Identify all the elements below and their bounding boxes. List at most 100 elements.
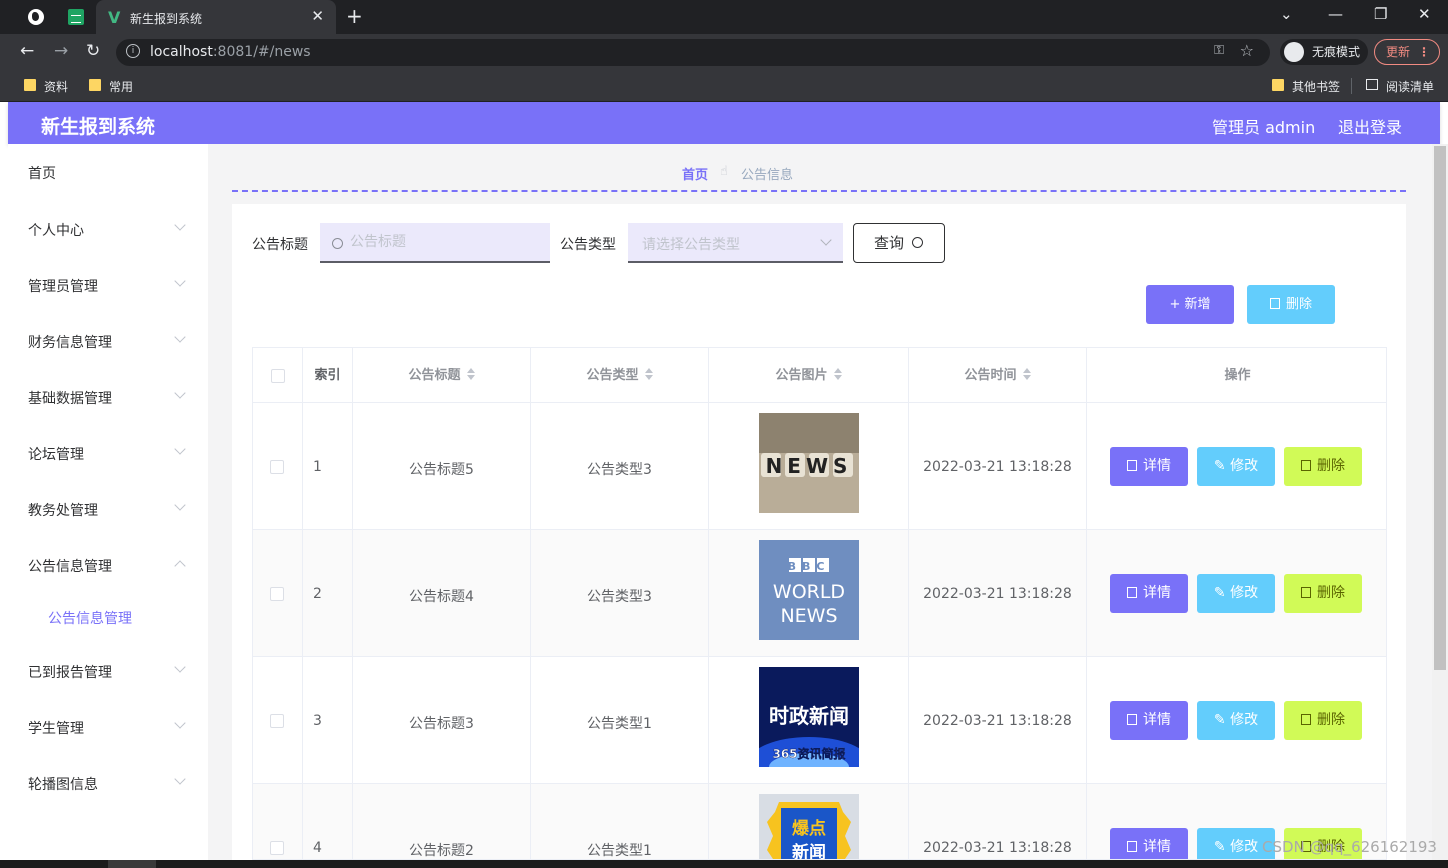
row-type: 公告类型3 <box>587 462 652 478</box>
sidebar-item-admins[interactable]: 管理员管理 <box>28 276 98 296</box>
edit-button[interactable]: ✎ 修改 <box>1197 574 1275 613</box>
site-info-icon[interactable]: i <box>126 44 140 58</box>
logout-link[interactable]: 退出登录 <box>1338 114 1402 138</box>
browser-tab-active[interactable]: V 新生报到系统 ✕ <box>96 0 336 34</box>
header-type[interactable]: 公告类型 <box>531 348 709 403</box>
sidebar-subitem-notices[interactable]: 公告信息管理 <box>48 608 132 628</box>
sidebar-item-home[interactable]: 首页 <box>28 163 56 183</box>
image-cell: BBC WORLD NEWS <box>709 530 909 657</box>
new-tab-icon[interactable]: + <box>346 4 363 28</box>
tab-close-icon[interactable]: ✕ <box>311 7 324 25</box>
back-icon[interactable]: ← <box>20 41 34 61</box>
other-bookmarks[interactable]: 其他书签 <box>1272 78 1340 95</box>
window-close-icon[interactable]: ✕ <box>1418 5 1431 23</box>
sidebar-item-notices[interactable]: 公告信息管理 <box>28 556 112 576</box>
detail-button[interactable]: 详情 <box>1110 701 1188 740</box>
bulk-delete-button[interactable]: 删除 <box>1247 285 1335 324</box>
detail-button[interactable]: 详情 <box>1110 574 1188 613</box>
scrollbar-thumb[interactable] <box>1434 146 1446 670</box>
header-title[interactable]: 公告标题 <box>353 348 531 403</box>
delete-button[interactable]: 删除 <box>1284 701 1362 740</box>
chevron-down-icon <box>174 661 186 673</box>
news-dice-image[interactable]: NEWS <box>759 413 859 513</box>
trash-icon <box>1301 460 1311 471</box>
sheets-icon[interactable] <box>68 9 84 25</box>
edit-button[interactable]: ✎ 修改 <box>1197 701 1275 740</box>
header-time[interactable]: 公告时间 <box>909 348 1087 403</box>
select-all-checkbox[interactable] <box>271 369 285 383</box>
time-cell: 2022-03-21 13:18:28 <box>909 530 1087 657</box>
sidebar-item-forum[interactable]: 论坛管理 <box>28 444 84 464</box>
breaking-news-image[interactable]: 爆点 新闻 <box>759 794 859 860</box>
image-cell: NEWS <box>709 403 909 530</box>
title-search-input[interactable] <box>320 223 550 263</box>
document-icon <box>1127 841 1137 852</box>
add-button[interactable]: + 新增 <box>1146 285 1234 324</box>
edit-button[interactable]: ✎ 修改 <box>1197 447 1275 486</box>
sidebar-item-students[interactable]: 学生管理 <box>28 718 84 738</box>
row-type: 公告类型1 <box>587 843 652 859</box>
sort-icon[interactable] <box>645 368 653 380</box>
edit-label: 修改 <box>1230 458 1259 474</box>
bookmark-star-icon[interactable]: ☆ <box>1240 41 1254 60</box>
sidebar-item-academic[interactable]: 教务处管理 <box>28 500 98 520</box>
pencil-icon: ✎ <box>1213 458 1231 474</box>
forward-icon[interactable]: → <box>54 41 68 61</box>
row-checkbox[interactable] <box>270 841 284 855</box>
sidebar-item-finance[interactable]: 财务信息管理 <box>28 332 112 352</box>
bookmark-folder-changyong[interactable]: 常用 <box>89 78 133 95</box>
bbc-news-text: NEWS <box>780 605 837 627</box>
bookmarks-bar: 资料 常用 其他书签 阅读清单 <box>0 70 1448 102</box>
url-path: :8081/#/news <box>212 44 311 60</box>
key-icon[interactable]: ⚿ <box>1214 43 1224 58</box>
sidebar-item-base-data[interactable]: 基础数据管理 <box>28 388 112 408</box>
political-news-title: 时政新闻 <box>769 704 849 728</box>
notices-table: 索引 公告标题 公告类型 公告图片 公告时间 操作 1 公告标题5 公告类型3 <box>252 347 1387 860</box>
reading-list-icon <box>1366 79 1378 90</box>
bookmark-folder-ziliao[interactable]: 资料 <box>24 78 68 95</box>
document-icon <box>1127 460 1137 471</box>
sidebar-item-arrivals[interactable]: 已到报告管理 <box>28 662 112 682</box>
tab-search-icon[interactable]: ⌄ <box>1280 5 1293 23</box>
pencil-icon: ✎ <box>1213 712 1231 728</box>
url-bar[interactable]: i localhost:8081/#/news ⚿ ☆ <box>116 39 1270 66</box>
minimize-icon[interactable]: — <box>1328 5 1343 23</box>
maximize-icon[interactable]: ❐ <box>1374 5 1387 23</box>
sidebar-item-profile[interactable]: 个人中心 <box>28 220 84 240</box>
row-index: 3 <box>313 713 322 729</box>
content-card: 公告标题 公告类型 请选择公告类型 查询 + 新增 删除 索引 公告标题 公告类… <box>232 204 1406 860</box>
menu-dots-icon: ⋮ <box>1418 45 1430 59</box>
reading-list[interactable]: 阅读清单 <box>1366 78 1434 95</box>
sort-icon[interactable] <box>1023 368 1031 380</box>
row-checkbox[interactable] <box>270 587 284 601</box>
political-news-image[interactable]: 时政新闻 365资讯简报 <box>759 667 859 767</box>
detail-button[interactable]: 详情 <box>1110 447 1188 486</box>
bookmark-label: 常用 <box>109 80 134 94</box>
query-button[interactable]: 查询 <box>853 223 945 263</box>
detail-button[interactable]: 详情 <box>1110 828 1188 859</box>
bbc-world-news-image[interactable]: BBC WORLD NEWS <box>759 540 859 640</box>
sidebar-item-carousel[interactable]: 轮播图信息 <box>28 774 98 794</box>
url-text[interactable]: localhost:8081/#/news <box>150 44 311 60</box>
taskbar-item[interactable] <box>108 860 156 868</box>
title-cell: 公告标题3 <box>353 657 531 784</box>
sort-icon[interactable] <box>467 368 475 380</box>
incognito-badge[interactable]: 无痕模式 <box>1280 39 1369 65</box>
delete-button[interactable]: 删除 <box>1284 574 1362 613</box>
chevron-down-icon <box>174 443 186 455</box>
time-cell: 2022-03-21 13:18:28 <box>909 657 1087 784</box>
image-cell: 爆点 新闻 <box>709 784 909 860</box>
header-actions: 操作 <box>1087 348 1386 403</box>
breadcrumb-home[interactable]: 首页 <box>682 164 708 183</box>
page-scrollbar[interactable] <box>1432 144 1448 868</box>
delete-button[interactable]: 删除 <box>1284 447 1362 486</box>
row-time: 2022-03-21 13:18:28 <box>923 840 1072 856</box>
reload-icon[interactable]: ↻ <box>86 41 100 61</box>
bookmark-label: 资料 <box>44 80 69 94</box>
update-button[interactable]: 更新 ⋮ <box>1374 39 1440 65</box>
row-checkbox[interactable] <box>270 460 284 474</box>
globe-icon[interactable] <box>28 9 44 25</box>
sort-icon[interactable] <box>834 368 842 380</box>
header-image[interactable]: 公告图片 <box>709 348 909 403</box>
row-checkbox[interactable] <box>270 714 284 728</box>
